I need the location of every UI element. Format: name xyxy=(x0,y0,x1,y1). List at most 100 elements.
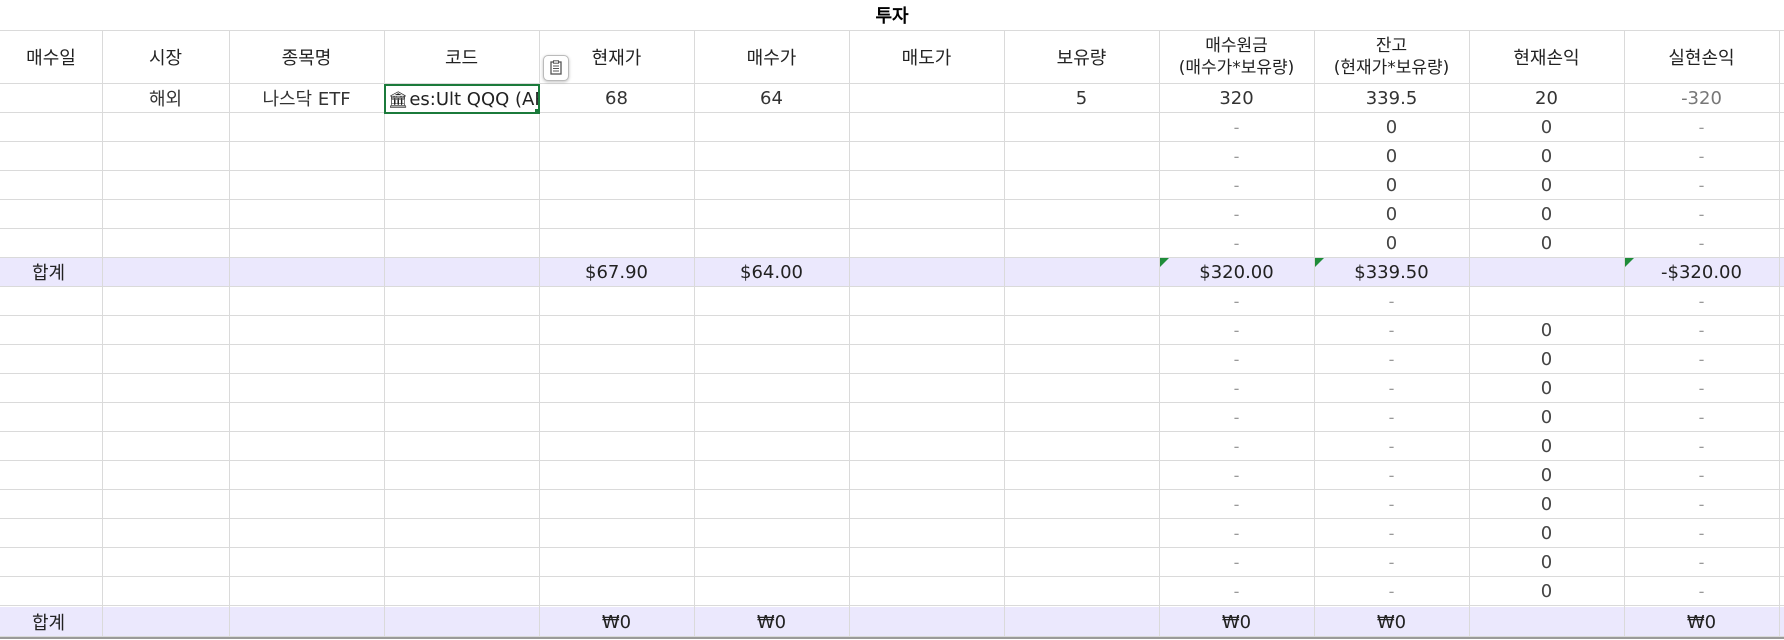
r8-realized[interactable]: - xyxy=(1624,287,1779,315)
row1-name[interactable]: 나스닥 ETF xyxy=(229,84,384,112)
r12-balance[interactable]: - xyxy=(1314,403,1469,431)
r15-balance[interactable]: - xyxy=(1314,490,1469,518)
row1-market[interactable]: 해외 xyxy=(102,84,229,112)
header-principal[interactable]: 매수원금 (매수가*보유량) xyxy=(1159,31,1314,83)
r13-unrealized[interactable]: 0 xyxy=(1469,432,1624,460)
r14-balance[interactable]: - xyxy=(1314,461,1469,489)
row1-quantity[interactable]: 5 xyxy=(1004,84,1159,112)
r15-realized[interactable]: - xyxy=(1624,490,1779,518)
total2-realized[interactable]: ₩0 xyxy=(1624,608,1779,636)
r8-principal[interactable]: - xyxy=(1159,287,1314,315)
paste-options-button[interactable] xyxy=(543,55,569,81)
r11-balance[interactable]: - xyxy=(1314,374,1469,402)
r3-realized[interactable]: - xyxy=(1624,142,1779,170)
r13-principal[interactable]: - xyxy=(1159,432,1314,460)
header-balance[interactable]: 잔고 (현재가*보유량) xyxy=(1314,31,1469,83)
total1-principal[interactable]: $320.00 xyxy=(1159,258,1314,286)
r13-realized[interactable]: - xyxy=(1624,432,1779,460)
total1-realized[interactable]: -$320.00 xyxy=(1624,258,1779,286)
r11-principal[interactable]: - xyxy=(1159,374,1314,402)
r11-unrealized[interactable]: 0 xyxy=(1469,374,1624,402)
r11-realized[interactable]: - xyxy=(1624,374,1779,402)
r16-balance[interactable]: - xyxy=(1314,519,1469,547)
r14-realized[interactable]: - xyxy=(1624,461,1779,489)
fill-handle[interactable] xyxy=(535,109,538,112)
spreadsheet-grid[interactable]: 투자 매수일 시장 종목명 코드 현재가 매수가 매도가 보유량 매수원금 (매… xyxy=(0,0,1784,640)
header-sell-price[interactable]: 매도가 xyxy=(849,31,1004,83)
r16-principal[interactable]: - xyxy=(1159,519,1314,547)
total1-label[interactable]: 합계 xyxy=(0,258,102,286)
row1-code-cell-selected[interactable]: 🏛 es:Ult QQQ (ARC xyxy=(384,84,540,114)
comment-marker[interactable] xyxy=(1315,258,1324,267)
total1-current-price[interactable]: $67.90 xyxy=(539,258,694,286)
r18-balance[interactable]: - xyxy=(1314,577,1469,605)
total2-balance[interactable]: ₩0 xyxy=(1314,608,1469,636)
r14-principal[interactable]: - xyxy=(1159,461,1314,489)
header-market[interactable]: 시장 xyxy=(102,31,229,83)
r17-balance[interactable]: - xyxy=(1314,548,1469,576)
r9-balance[interactable]: - xyxy=(1314,316,1469,344)
total2-principal[interactable]: ₩0 xyxy=(1159,608,1314,636)
r10-unrealized[interactable]: 0 xyxy=(1469,345,1624,373)
header-quantity[interactable]: 보유량 xyxy=(1004,31,1159,83)
header-realized[interactable]: 실현손익 xyxy=(1624,31,1779,83)
r14-unrealized[interactable]: 0 xyxy=(1469,461,1624,489)
r12-realized[interactable]: - xyxy=(1624,403,1779,431)
comment-marker[interactable] xyxy=(1160,258,1169,267)
r10-balance[interactable]: - xyxy=(1314,345,1469,373)
total1-balance[interactable]: $339.50 xyxy=(1314,258,1469,286)
r2-unrealized[interactable]: 0 xyxy=(1469,113,1624,141)
r10-principal[interactable]: - xyxy=(1159,345,1314,373)
row1-principal[interactable]: 320 xyxy=(1159,84,1314,112)
r17-realized[interactable]: - xyxy=(1624,548,1779,576)
r3-unrealized[interactable]: 0 xyxy=(1469,142,1624,170)
r15-unrealized[interactable]: 0 xyxy=(1469,490,1624,518)
r4-principal[interactable]: - xyxy=(1159,171,1314,199)
r5-principal[interactable]: - xyxy=(1159,200,1314,228)
r4-balance[interactable]: 0 xyxy=(1314,171,1469,199)
header-unrealized[interactable]: 현재손익 xyxy=(1469,31,1624,83)
r16-unrealized[interactable]: 0 xyxy=(1469,519,1624,547)
r13-balance[interactable]: - xyxy=(1314,432,1469,460)
r5-unrealized[interactable]: 0 xyxy=(1469,200,1624,228)
total2-label[interactable]: 합계 xyxy=(0,608,102,636)
row1-balance[interactable]: 339.5 xyxy=(1314,84,1469,112)
header-name[interactable]: 종목명 xyxy=(229,31,384,83)
header-code[interactable]: 코드 xyxy=(384,31,539,83)
r17-unrealized[interactable]: 0 xyxy=(1469,548,1624,576)
r17-principal[interactable]: - xyxy=(1159,548,1314,576)
row1-realized[interactable]: -320 xyxy=(1624,84,1779,112)
r9-principal[interactable]: - xyxy=(1159,316,1314,344)
r6-balance[interactable]: 0 xyxy=(1314,229,1469,257)
total2-current-price[interactable]: ₩0 xyxy=(539,608,694,636)
total1-buy-price[interactable]: $64.00 xyxy=(694,258,849,286)
row1-current-price[interactable]: 68 xyxy=(539,84,694,112)
header-buy-price[interactable]: 매수가 xyxy=(694,31,849,83)
r18-realized[interactable]: - xyxy=(1624,577,1779,605)
r4-unrealized[interactable]: 0 xyxy=(1469,171,1624,199)
r2-principal[interactable]: - xyxy=(1159,113,1314,141)
total2-buy-price[interactable]: ₩0 xyxy=(694,608,849,636)
r5-realized[interactable]: - xyxy=(1624,200,1779,228)
r6-unrealized[interactable]: 0 xyxy=(1469,229,1624,257)
r6-principal[interactable]: - xyxy=(1159,229,1314,257)
r15-principal[interactable]: - xyxy=(1159,490,1314,518)
row1-buy-price[interactable]: 64 xyxy=(694,84,849,112)
r6-realized[interactable]: - xyxy=(1624,229,1779,257)
r10-realized[interactable]: - xyxy=(1624,345,1779,373)
r16-realized[interactable]: - xyxy=(1624,519,1779,547)
r9-realized[interactable]: - xyxy=(1624,316,1779,344)
r9-unrealized[interactable]: 0 xyxy=(1469,316,1624,344)
header-buy-date[interactable]: 매수일 xyxy=(0,31,102,83)
row1-unrealized[interactable]: 20 xyxy=(1469,84,1624,112)
r12-unrealized[interactable]: 0 xyxy=(1469,403,1624,431)
r8-balance[interactable]: - xyxy=(1314,287,1469,315)
r12-principal[interactable]: - xyxy=(1159,403,1314,431)
r18-principal[interactable]: - xyxy=(1159,577,1314,605)
r3-balance[interactable]: 0 xyxy=(1314,142,1469,170)
r4-realized[interactable]: - xyxy=(1624,171,1779,199)
r2-balance[interactable]: 0 xyxy=(1314,113,1469,141)
r18-unrealized[interactable]: 0 xyxy=(1469,577,1624,605)
comment-marker[interactable] xyxy=(1625,258,1634,267)
r3-principal[interactable]: - xyxy=(1159,142,1314,170)
